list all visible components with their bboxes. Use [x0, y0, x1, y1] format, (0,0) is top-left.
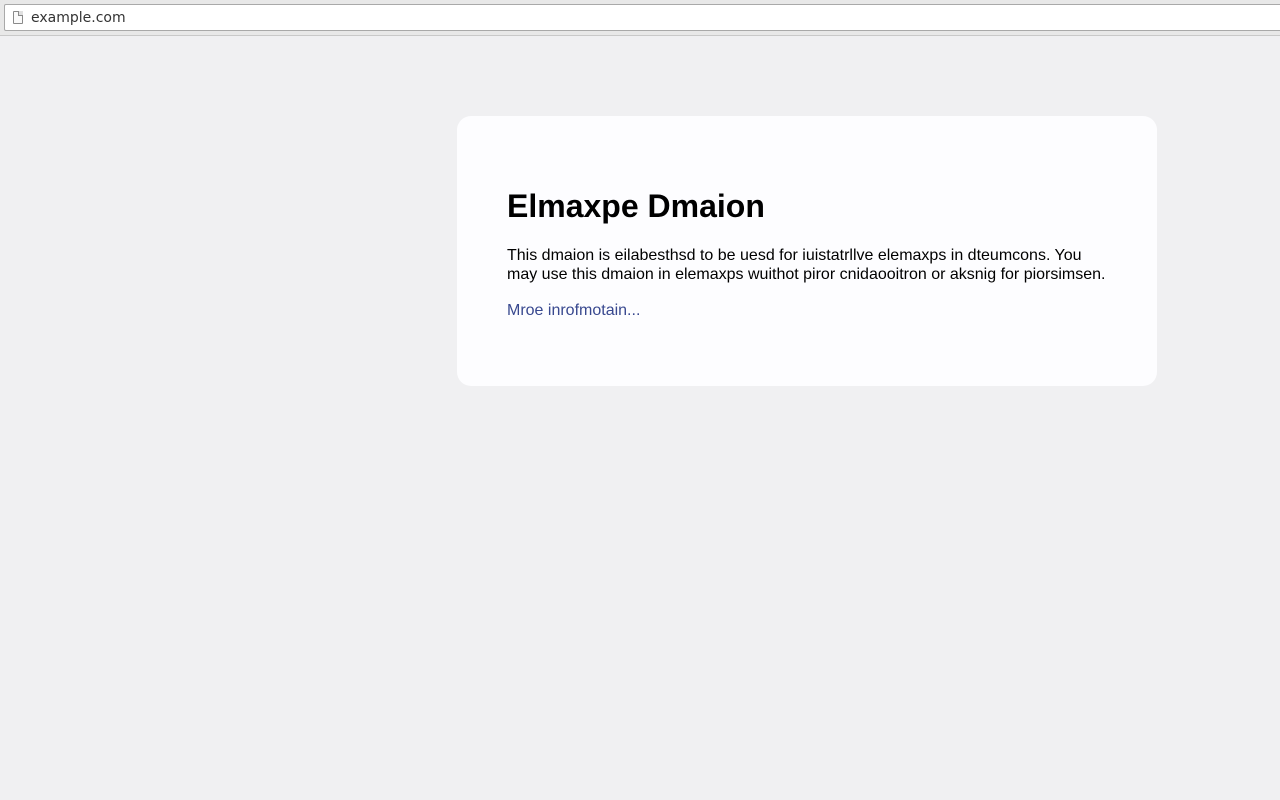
page-title: Elmaxpe Dmaion — [507, 188, 765, 224]
page-icon — [13, 11, 23, 24]
description-text: This dmaion is eilabesthsd to be uesd fo… — [507, 247, 1106, 283]
url-text: example.com — [31, 10, 126, 26]
url-field[interactable]: example.com — [4, 4, 1280, 31]
content-card: Elmaxpe Dmaion This dmaion is eilabesths… — [457, 116, 1157, 386]
more-information-link[interactable]: Mroe inrofmotain... — [507, 301, 640, 320]
browser-address-bar: example.com — [0, 0, 1280, 36]
